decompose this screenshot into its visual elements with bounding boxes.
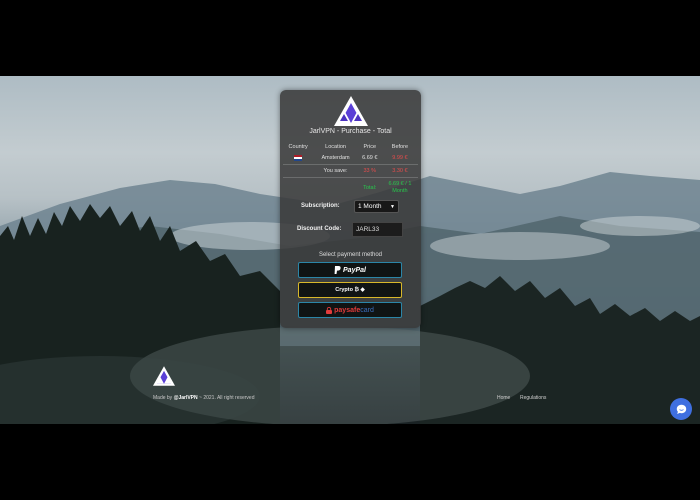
location-value: Amsterdam bbox=[313, 152, 358, 165]
col-before: Before bbox=[391, 143, 409, 150]
brand-link[interactable]: @JarlVPN bbox=[174, 395, 198, 401]
save-percent: 33 % bbox=[357, 164, 382, 178]
made-by-suffix: ~ 2021. All right reserved bbox=[197, 395, 255, 401]
table-row: Amsterdam 6.69 € 9.99 € bbox=[283, 152, 418, 165]
paypal-icon bbox=[334, 266, 341, 274]
chat-button[interactable] bbox=[670, 398, 692, 420]
order-table: Country Location Price Before Amsterdam … bbox=[283, 141, 418, 198]
before-value: 9.99 € bbox=[381, 152, 418, 165]
payment-method-title: Select payment method bbox=[318, 252, 383, 258]
copyright-text: Made by @JarlVPN ~ 2021. All right reser… bbox=[153, 395, 254, 401]
lock-icon bbox=[326, 306, 333, 314]
discount-code-input[interactable]: JARL33 bbox=[352, 222, 403, 237]
crypto-label: Crypto ₿ ◆ bbox=[335, 287, 365, 293]
table-row: Total: 6.69 € / 1 Month bbox=[283, 177, 418, 198]
save-amount: 3.30 € bbox=[381, 164, 418, 178]
total-label: Total: bbox=[363, 184, 377, 191]
col-location: Location bbox=[325, 143, 346, 150]
paysafe-label: paysafe bbox=[334, 306, 361, 314]
jarlvpn-logo-icon bbox=[334, 96, 368, 126]
col-country: Country bbox=[288, 143, 308, 150]
paypal-label: PayPal bbox=[343, 266, 366, 274]
netherlands-flag-icon bbox=[294, 155, 303, 162]
purchase-title: JarlVPN - Purchase - Total bbox=[309, 128, 392, 135]
paysafe-suffix: card bbox=[360, 306, 374, 314]
chat-bubble-icon bbox=[676, 404, 686, 414]
nav-home-link[interactable]: Home bbox=[497, 395, 510, 401]
total-value: 6.69 € / 1 Month bbox=[382, 177, 418, 198]
chevron-down-icon: ▼ bbox=[390, 203, 395, 210]
subscription-select[interactable]: 1 Month ▼ bbox=[354, 200, 399, 213]
total-period: Month bbox=[392, 187, 408, 194]
subscription-value: 1 Month bbox=[358, 203, 382, 210]
crypto-button[interactable]: Crypto ₿ ◆ bbox=[298, 282, 402, 298]
col-price: Price bbox=[363, 143, 377, 150]
footer-logo-icon[interactable] bbox=[153, 366, 175, 386]
paysafecard-button[interactable]: paysafe card bbox=[298, 302, 402, 318]
table-row: You save: 33 % 3.30 € bbox=[283, 164, 418, 178]
nav-regulations-link[interactable]: Regulations bbox=[520, 395, 546, 401]
subscription-label: Subscription: bbox=[301, 203, 340, 209]
price-value: 6.69 € bbox=[357, 152, 382, 165]
discount-label: Discount Code: bbox=[297, 226, 342, 232]
save-label: You save: bbox=[313, 164, 358, 178]
made-by-prefix: Made by bbox=[153, 395, 174, 401]
paypal-button[interactable]: PayPal bbox=[298, 262, 402, 278]
total-amount: 6.69 € / 1 bbox=[388, 180, 412, 187]
